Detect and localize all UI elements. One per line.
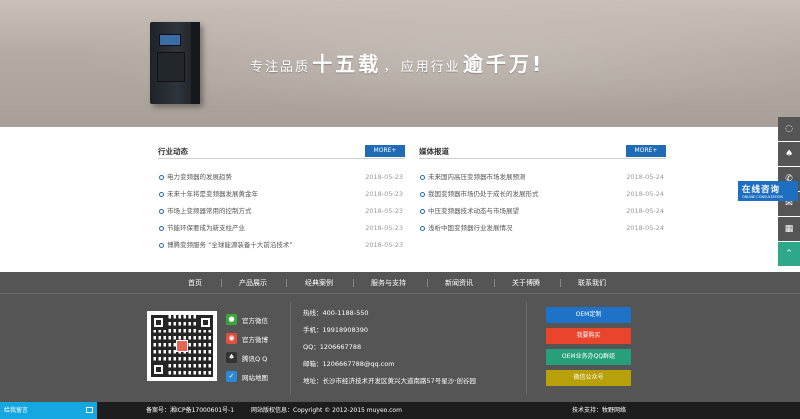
social-weibo[interactable]: ◉ 官方微博 <box>226 333 296 345</box>
social-label: 官方微博 <box>242 336 268 344</box>
news-date: 2018-05-24 <box>626 224 664 232</box>
bullet-icon <box>159 226 164 231</box>
more-button[interactable]: MORE+ <box>626 145 666 157</box>
news-date: 2018-05-23 <box>365 190 403 198</box>
news-date: 2018-05-23 <box>365 173 403 181</box>
news-title[interactable]: 市场上变频器常用的控制方式 <box>167 203 252 220</box>
news-title[interactable]: 中压变频器技术动态与市场展望 <box>428 203 519 220</box>
social-wechat[interactable]: ● 官方微信 <box>226 314 296 326</box>
bullet-icon <box>159 243 164 248</box>
wechat-qr-code <box>147 311 217 381</box>
qr-code-icon[interactable]: ▦ <box>778 217 800 241</box>
news-item[interactable]: 市场上变频器常用的控制方式 2018-05-23 <box>158 203 405 220</box>
leave-message-button[interactable]: 给我留言 <box>0 402 97 419</box>
copyright-bar: 备案号：湘ICP备17000601号-1 网站版权信息：Copyright © … <box>0 402 800 419</box>
news-item[interactable]: 未来十年将是变频器发展黄金年 2018-05-23 <box>158 186 405 203</box>
news-title[interactable]: 未来国内高压变频器市场发展预测 <box>428 169 526 186</box>
news-item[interactable]: 中压变频器技术动态与市场展望 2018-05-24 <box>419 203 666 220</box>
nav-contact[interactable]: 联系我们 <box>578 272 606 294</box>
news-item[interactable]: 浅析中国变频器行业发展情况 2018-05-24 <box>419 220 666 237</box>
slogan-comma: ， <box>383 60 399 75</box>
news-date: 2018-05-23 <box>365 241 403 249</box>
news-title[interactable]: 未来十年将是变频器发展黄金年 <box>167 186 258 203</box>
bullet-icon <box>159 192 164 197</box>
nav-support[interactable]: 服务与支持 <box>371 272 406 294</box>
online-consultation-button[interactable]: 在线咨询 ONLINE CONSULTATION <box>738 181 798 201</box>
news-title[interactable]: 浅析中国变频器行业发展情况 <box>428 220 513 237</box>
contact-address: 地址：长沙市经济技术开发区黄兴大道南路57号星沙·创谷园 <box>303 377 476 385</box>
consult-title: 在线咨询 <box>742 185 781 195</box>
nav-about[interactable]: 关于博腾 <box>512 272 540 294</box>
footer-nav: 首页 产品展示 经典案例 服务与支持 新闻资讯 关于博腾 联系我们 <box>0 272 800 294</box>
social-qq[interactable]: ♠ 腾讯Q Q <box>226 352 296 364</box>
bullet-icon <box>159 175 164 180</box>
news-item[interactable]: 电力变频器的发展趋势 2018-05-23 <box>158 169 405 186</box>
sitemap-icon: ✓ <box>226 371 237 382</box>
slogan-highlight: 逾千万! <box>462 52 545 76</box>
media-reports-section: 媒体报道 MORE+ 未来国内高压变频器市场发展预测 2018-05-24 我国变… <box>419 145 666 237</box>
more-button[interactable]: MORE+ <box>365 145 405 157</box>
tech-support: 技术支持：牧野网络 <box>572 407 627 414</box>
nav-cases[interactable]: 经典案例 <box>305 272 333 294</box>
contact-qq: QQ：1206667788 <box>303 343 362 351</box>
section-title: 媒体报道 <box>419 147 449 156</box>
news-date: 2018-05-23 <box>365 224 403 232</box>
slogan-part: 应用行业 <box>400 60 461 75</box>
qq-icon[interactable]: ♠ <box>778 142 800 166</box>
news-item[interactable]: 我国变频器市场仍处于成长的发展形式 2018-05-24 <box>419 186 666 203</box>
news-title[interactable]: 我国变频器市场仍处于成长的发展形式 <box>428 186 539 203</box>
news-item[interactable]: 未来国内高压变频器市场发展预测 2018-05-24 <box>419 169 666 186</box>
news-date: 2018-05-24 <box>626 207 664 215</box>
weibo-icon: ◉ <box>226 333 237 344</box>
news-item[interactable]: 博腾变频服务 “全球能源装备十大前沿技术” 2018-05-23 <box>158 237 405 254</box>
nav-news[interactable]: 新闻资讯 <box>445 272 473 294</box>
qq-icon: ♠ <box>226 352 237 363</box>
message-label: 给我留言 <box>4 407 29 414</box>
divider <box>526 302 527 395</box>
contact-hotline: 热线：400-1188-550 <box>303 309 369 317</box>
bullet-icon <box>420 192 425 197</box>
divider <box>290 302 291 395</box>
oem-custom-button[interactable]: OEM定制 <box>546 307 631 323</box>
hero-banner: 专注品质 十五载 ， 应用行业 逾千万! <box>0 0 800 127</box>
social-label: 官方微信 <box>242 317 268 325</box>
expand-icon <box>86 407 93 413</box>
banner-slogan: 专注品质 十五载 ， 应用行业 逾千万! <box>250 48 544 77</box>
icp-number: 备案号：湘ICP备17000601号-1 <box>146 407 235 414</box>
news-date: 2018-05-24 <box>626 190 664 198</box>
nav-products[interactable]: 产品展示 <box>239 272 267 294</box>
news-item[interactable]: 节能环保要成为新支柱产业 2018-05-23 <box>158 220 405 237</box>
news-title[interactable]: 电力变频器的发展趋势 <box>167 169 232 186</box>
inverter-product-image <box>150 22 200 104</box>
news-title[interactable]: 博腾变频服务 “全球能源装备十大前沿技术” <box>167 237 293 254</box>
oem-qq-group-button[interactable]: OEM业务办QQ群组 <box>546 349 631 365</box>
bullet-icon <box>420 209 425 214</box>
social-label: 腾讯Q Q <box>242 355 268 363</box>
news-date: 2018-05-24 <box>626 173 664 181</box>
social-label: 网站地图 <box>242 374 268 382</box>
industry-news-section: 行业动态 MORE+ 电力变频器的发展趋势 2018-05-23 未来十年将是变频… <box>158 145 405 254</box>
section-header: 媒体报道 MORE+ <box>419 145 666 159</box>
slogan-part: 专注品质 <box>250 60 311 75</box>
contact-phone: 手机：19918908390 <box>303 326 368 334</box>
section-header: 行业动态 MORE+ <box>158 145 405 159</box>
bullet-icon <box>420 175 425 180</box>
consult-subtitle: ONLINE CONSULTATION <box>742 195 783 199</box>
news-title[interactable]: 节能环保要成为新支柱产业 <box>167 220 245 237</box>
copyright-text: 网站版权信息：Copyright © 2012-2015 muyeo.com <box>251 407 402 414</box>
chat-bubble-icon[interactable]: ◌ <box>778 117 800 141</box>
bullet-icon <box>159 209 164 214</box>
nav-home[interactable]: 首页 <box>188 272 202 294</box>
slogan-highlight: 十五载 <box>312 52 382 76</box>
back-to-top-icon[interactable]: ⌃ <box>778 242 800 266</box>
bullet-icon <box>420 226 425 231</box>
buy-button[interactable]: 我要购买 <box>546 328 631 344</box>
section-title: 行业动态 <box>158 147 188 156</box>
contact-email[interactable]: 邮箱：1206667788@qq.com <box>303 358 395 368</box>
news-date: 2018-05-23 <box>365 207 403 215</box>
qr-logo-icon <box>176 340 188 352</box>
wechat-account-button[interactable]: 微信公众号 <box>546 370 631 386</box>
wechat-icon: ● <box>226 314 237 325</box>
social-sitemap[interactable]: ✓ 网站地图 <box>226 371 296 383</box>
